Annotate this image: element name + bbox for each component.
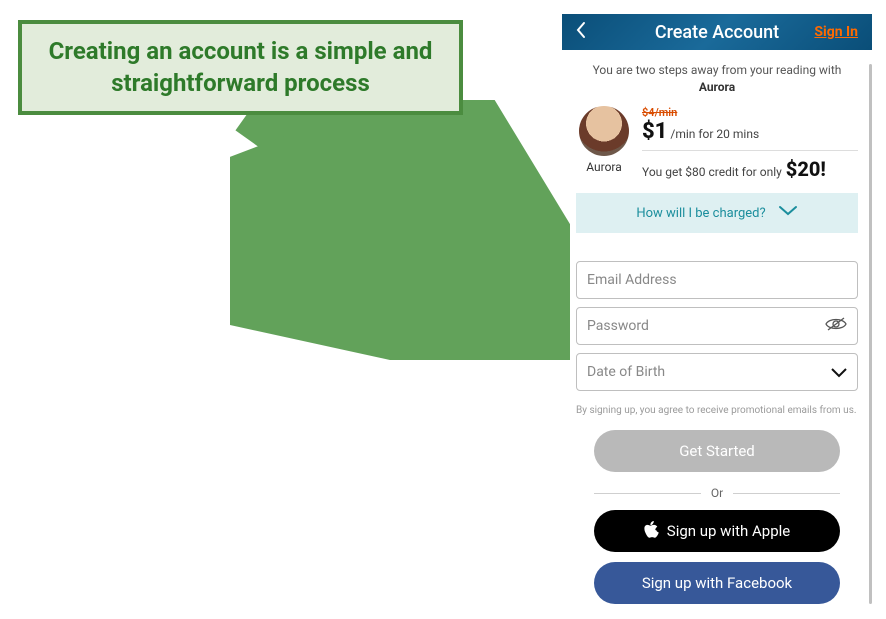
disclaimer-text: By signing up, you agree to receive prom… [576, 405, 858, 416]
lead-advisor-name: Aurora [699, 80, 735, 94]
get-started-label: Get Started [679, 442, 755, 460]
scrollbar[interactable] [869, 64, 872, 604]
avatar-column: Aurora [576, 106, 632, 174]
price-line: $1 /min for 20 mins [642, 119, 858, 144]
credit-amount: $20! [786, 157, 826, 181]
or-text: Or [711, 486, 723, 500]
advisor-row: Aurora $4/min $1 /min for 20 mins You ge… [576, 106, 858, 181]
facebook-button-label: Sign up with Facebook [642, 574, 792, 592]
panel-body: You are two steps away from your reading… [562, 50, 872, 604]
email-field-wrapper [576, 261, 858, 299]
sign-in-link[interactable]: Sign In [814, 24, 858, 40]
divider-line [733, 493, 840, 494]
credit-line: You get $80 credit for only $20! [642, 157, 858, 181]
get-started-button[interactable]: Get Started [594, 430, 840, 472]
dob-field-wrapper[interactable] [576, 353, 858, 391]
avatar [579, 106, 629, 156]
annotation-text: Creating an account is a simple and stra… [40, 36, 441, 98]
price-column: $4/min $1 /min for 20 mins You get $80 c… [642, 106, 858, 181]
divider-line [594, 493, 701, 494]
show-password-icon[interactable] [825, 316, 847, 336]
sign-up-apple-button[interactable]: Sign up with Apple [594, 510, 840, 552]
email-field[interactable] [587, 272, 847, 288]
apple-icon [644, 521, 659, 542]
new-price: $1 [642, 119, 667, 144]
advisor-name: Aurora [586, 160, 622, 174]
lead-text: You are two steps away from your reading… [576, 62, 858, 96]
page-title: Create Account [655, 22, 779, 43]
password-field[interactable] [587, 318, 847, 334]
divider [642, 150, 858, 151]
price-suffix: /min for 20 mins [670, 127, 759, 141]
back-icon[interactable] [574, 20, 588, 44]
annotation-callout: Creating an account is a simple and stra… [18, 20, 463, 115]
password-field-wrapper [576, 307, 858, 345]
signup-panel: Create Account Sign In You are two steps… [562, 14, 872, 604]
signup-form: By signing up, you agree to receive prom… [576, 261, 858, 416]
dob-field[interactable] [587, 364, 847, 380]
annotation-arrow [230, 100, 570, 360]
lead-prefix: You are two steps away from your reading… [593, 63, 842, 77]
sign-up-facebook-button[interactable]: Sign up with Facebook [594, 562, 840, 604]
charge-info-bar[interactable]: How will I be charged? [576, 193, 858, 233]
credit-text: You get $80 credit for only [642, 165, 782, 179]
old-price: $4/min [642, 106, 858, 119]
or-divider: Or [594, 486, 840, 500]
charge-info-label: How will I be charged? [636, 206, 765, 221]
apple-button-label: Sign up with Apple [667, 522, 790, 540]
chevron-down-icon [778, 205, 798, 221]
titlebar: Create Account Sign In [562, 14, 872, 50]
